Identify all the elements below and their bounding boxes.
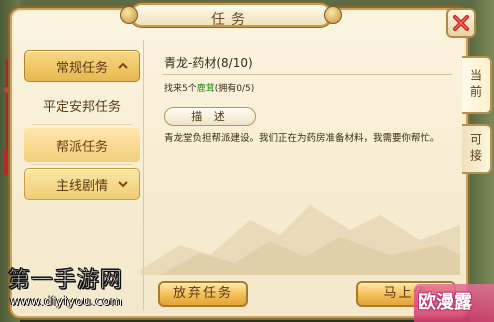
abandon-task-button[interactable]: 放弃任务 bbox=[158, 281, 248, 307]
close-button[interactable] bbox=[446, 8, 476, 38]
quest-detail: 青龙-药材(8/10) 找来5个鹿茸(拥有0/5) 描 述 青龙堂负担帮派建设。… bbox=[154, 40, 454, 280]
quest-requirement: 找来5个鹿茸(拥有0/5) bbox=[164, 81, 254, 94]
category-label: 帮派任务 bbox=[55, 139, 108, 155]
window-title: 任务 bbox=[211, 12, 251, 28]
brand-watermark: 欧漫露 bbox=[418, 292, 472, 313]
tab-available[interactable]: 可接 bbox=[462, 124, 492, 174]
tab-label: 可接 bbox=[468, 133, 483, 165]
description-tag: 描 述 bbox=[164, 107, 256, 126]
category-label: 主线剧情 bbox=[55, 178, 108, 194]
title-knob-right bbox=[324, 6, 342, 24]
tab-current[interactable]: 当前 bbox=[462, 56, 492, 114]
divider bbox=[32, 164, 132, 165]
category-guild-tasks[interactable]: 帮派任务 bbox=[24, 128, 140, 162]
title-knob-left bbox=[120, 6, 138, 24]
category-pacify-tasks[interactable]: 平定安邦任务 bbox=[24, 88, 140, 122]
quest-title: 青龙-药材(8/10) bbox=[164, 56, 253, 70]
title-divider bbox=[162, 74, 452, 75]
chevron-up-icon bbox=[118, 62, 128, 69]
requirement-item-link[interactable]: 鹿茸 bbox=[197, 84, 215, 94]
title-bar: 任务 bbox=[130, 3, 332, 28]
divider bbox=[32, 124, 132, 125]
close-icon bbox=[453, 15, 469, 31]
requirement-suffix: (拥有0/5) bbox=[214, 84, 255, 94]
tab-label: 当前 bbox=[468, 69, 483, 101]
quest-description: 青龙堂负担帮派建设。我们正在为药房准备材料，我需要你帮忙。 bbox=[164, 133, 440, 144]
site-watermark-cn: 第一手游网 bbox=[7, 268, 124, 294]
category-main-story[interactable]: 主线剧情 bbox=[24, 168, 140, 200]
site-watermark-url: www.diyiyou.com bbox=[10, 294, 123, 308]
chevron-down-icon bbox=[118, 181, 128, 188]
category-label: 常规任务 bbox=[55, 60, 108, 76]
requirement-prefix: 找来5个 bbox=[164, 84, 197, 94]
category-label: 平定安邦任务 bbox=[42, 99, 121, 115]
title-plaque: 任务 bbox=[118, 0, 344, 30]
category-regular-tasks[interactable]: 常规任务 bbox=[24, 50, 140, 82]
